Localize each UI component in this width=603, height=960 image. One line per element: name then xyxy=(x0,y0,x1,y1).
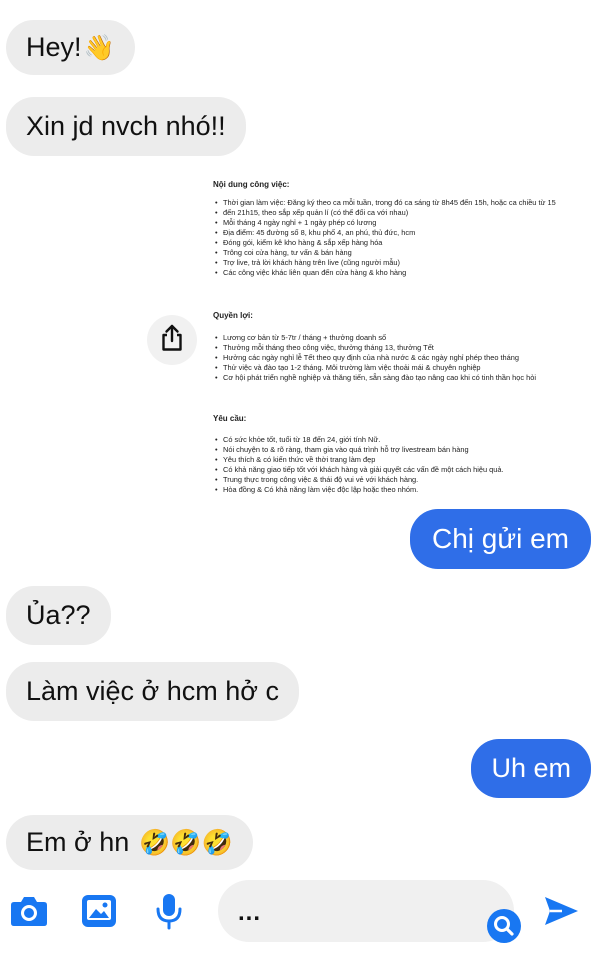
message-work-hcm[interactable]: Làm việc ở hcm hở c xyxy=(6,662,299,721)
jd-item: Hưởng các ngày nghỉ lễ Tết theo quy định… xyxy=(213,353,583,363)
share-button[interactable] xyxy=(147,315,197,365)
camera-icon xyxy=(9,894,49,933)
jd-section-title: Yêu cầu: xyxy=(213,414,247,423)
jd-section-title: Nội dung công việc: xyxy=(213,180,290,189)
jd-section-list: Thời gian làm việc: Đăng ký theo ca mỗi … xyxy=(213,198,583,278)
message-hey[interactable]: Hey!👋 xyxy=(6,20,135,75)
message-text: Hey! xyxy=(26,32,82,62)
jd-item: Trông coi cửa hàng, tư vấn & bán hàng xyxy=(213,248,583,258)
message-send-you[interactable]: Chị gửi em xyxy=(409,509,591,569)
jd-item: Trung thực trong công việc & thái độ vui… xyxy=(213,475,583,485)
search-icon xyxy=(486,908,522,951)
message-yes[interactable]: Uh em xyxy=(471,739,591,798)
message-request[interactable]: Xin jd nvch nhó!! xyxy=(6,97,246,156)
jd-item: Mỗi tháng 4 ngày nghỉ + 1 ngày phép có l… xyxy=(213,218,583,228)
job-description-image[interactable]: Nội dung công việc: Thời gian làm việc: … xyxy=(203,168,593,508)
jd-item: Nói chuyện to & rõ ràng, tham gia vào qu… xyxy=(213,445,583,455)
jd-item: Yêu thích & có kiến thức về thời trang l… xyxy=(213,455,583,465)
search-button[interactable] xyxy=(466,889,521,943)
jd-item: Các công việc khác liên quan đến cửa hàn… xyxy=(213,268,583,278)
send-icon xyxy=(542,894,580,933)
message-input-placeholder: ... xyxy=(238,899,262,926)
jd-item: Thời gian làm việc: Đăng ký theo ca mỗi … xyxy=(213,198,583,208)
composer-bar: ... xyxy=(0,870,603,960)
message-text: Làm việc ở hcm hở c xyxy=(26,676,279,706)
jd-item: Thử việc và đào tạo 1-2 tháng. Môi trườn… xyxy=(213,363,583,373)
message-text: Chị gửi em xyxy=(431,523,569,554)
jd-section-list: Có sức khỏe tốt, tuổi từ 18 đến 24, giới… xyxy=(213,435,583,495)
gallery-button[interactable] xyxy=(78,892,120,934)
message-input[interactable]: ... xyxy=(218,880,521,943)
send-button[interactable] xyxy=(540,892,582,934)
wave-emoji: 👋 xyxy=(83,34,115,62)
jd-item: Có sức khỏe tốt, tuổi từ 18 đến 24, giới… xyxy=(213,435,583,445)
message-text: Uh em xyxy=(491,753,571,783)
jd-item-continuation: đến 21h15, theo sắp xếp quản lí (có thể … xyxy=(213,208,583,218)
jd-section-list: Lương cơ bản từ 5-7tr / tháng + thưởng d… xyxy=(213,333,583,383)
message-text: Em ở hn xyxy=(26,827,130,857)
jd-section-title: Quyền lợi: xyxy=(213,311,253,320)
jd-item: Đóng gói, kiểm kê kho hàng & sắp xếp hàn… xyxy=(213,238,583,248)
share-icon xyxy=(159,324,185,357)
jd-item: Hòa đồng & Có khả năng làm việc độc lập … xyxy=(213,485,583,495)
message-huh[interactable]: Ủa?? xyxy=(6,586,111,645)
jd-item: Lương cơ bản từ 5-7tr / tháng + thưởng d… xyxy=(213,333,583,343)
camera-button[interactable] xyxy=(8,892,50,934)
jd-item: Cơ hội phát triển nghề nghiệp và thăng t… xyxy=(213,373,583,383)
jd-item: Thưởng mỗi tháng theo công việc, thưởng … xyxy=(213,343,583,353)
microphone-icon xyxy=(154,892,184,935)
gallery-icon xyxy=(80,893,118,934)
message-text: Xin jd nvch nhó!! xyxy=(26,111,226,141)
voice-button[interactable] xyxy=(148,892,190,934)
jd-item: Trợ live, trả lời khách hàng trên live (… xyxy=(213,258,583,268)
message-text: Ủa?? xyxy=(26,600,91,630)
message-in-hanoi[interactable]: Em ở hn 🤣🤣🤣 xyxy=(6,815,253,870)
laughing-emoji: 🤣🤣🤣 xyxy=(139,829,233,857)
jd-item: Địa điểm: 45 đường số 8, khu phố 4, an p… xyxy=(213,228,583,238)
jd-item: Có khả năng giao tiếp tốt với khách hàng… xyxy=(213,465,583,475)
